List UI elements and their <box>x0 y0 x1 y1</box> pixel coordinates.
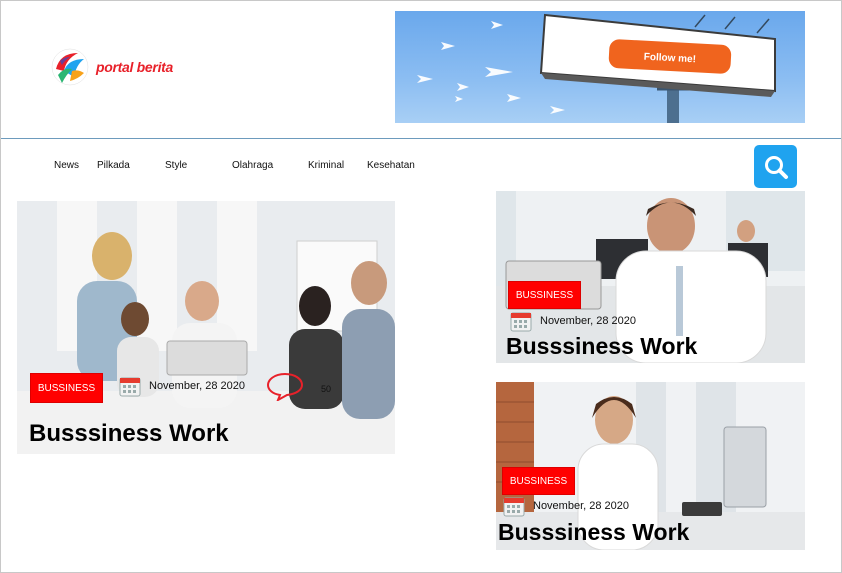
article-title[interactable]: Busssiness Work <box>29 420 229 448</box>
header-divider <box>1 138 841 139</box>
search-icon <box>764 155 788 179</box>
article-photo <box>17 201 395 454</box>
nav-item-olahraga[interactable]: Olahraga <box>232 160 273 171</box>
comment-count: 50 <box>321 384 332 394</box>
date-row: November, 28 2020 <box>510 310 636 332</box>
category-badge[interactable]: BUSSINESS <box>502 467 575 495</box>
logo-text: portal berita <box>96 59 174 75</box>
category-badge[interactable]: BUSSINESS <box>508 281 581 309</box>
article-card[interactable]: BUSSINESS November, 28 2020 Busssiness W… <box>496 382 805 550</box>
article-title[interactable]: Busssiness Work <box>506 333 697 360</box>
comment-icon[interactable] <box>265 371 305 401</box>
nav-item-style[interactable]: Style <box>165 160 187 171</box>
site-logo[interactable]: portal berita <box>50 47 173 87</box>
nav-item-news[interactable]: News <box>54 160 79 171</box>
article-card[interactable]: BUSSINESS November, 28 2020 Busssiness W… <box>496 191 805 363</box>
date-row: November, 28 2020 <box>119 375 245 397</box>
date-row: November, 28 2020 <box>503 495 629 517</box>
logo-mark-icon <box>51 48 89 86</box>
calendar-icon <box>510 312 532 332</box>
calendar-icon <box>503 497 525 517</box>
advertisement-banner[interactable]: Follow me! <box>395 11 805 123</box>
search-button[interactable] <box>754 145 797 188</box>
category-badge[interactable]: BUSSINESS <box>30 373 103 403</box>
calendar-icon <box>119 377 141 397</box>
article-date: November, 28 2020 <box>533 500 630 512</box>
article-title[interactable]: Busssiness Work <box>498 519 689 546</box>
article-date: November, 28 2020 <box>540 315 637 327</box>
nav-item-kesehatan[interactable]: Kesehatan <box>367 160 415 171</box>
nav-item-kriminal[interactable]: Kriminal <box>308 160 344 171</box>
article-date: November, 28 2020 <box>149 380 246 392</box>
featured-article-card[interactable]: BUSSINESS November, 28 2020 50 Busssines… <box>17 201 395 454</box>
banner-artwork: Follow me! <box>417 13 776 123</box>
nav-item-pilkada[interactable]: Pilkada <box>97 160 130 171</box>
